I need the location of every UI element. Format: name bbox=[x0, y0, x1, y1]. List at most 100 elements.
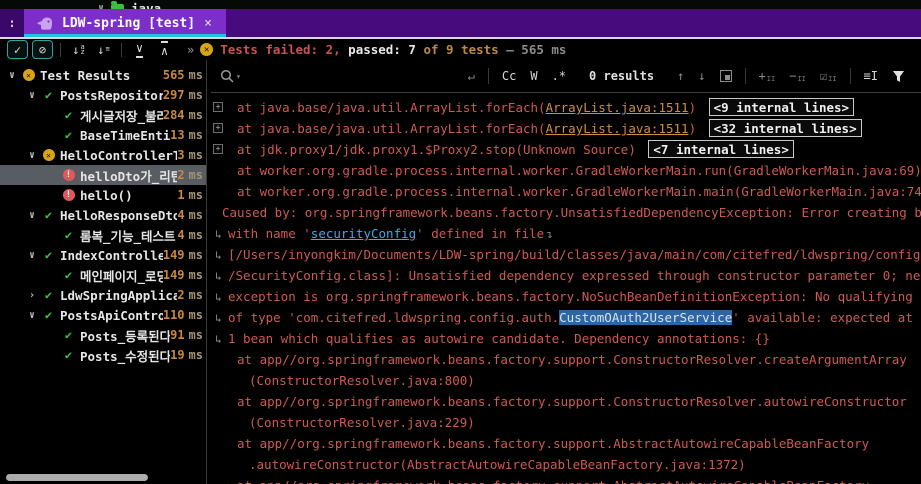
soft-wrap-icon: ↳ bbox=[215, 291, 222, 304]
trace-text: /SecurityConfig.class]: Unsatisfied depe… bbox=[228, 268, 921, 283]
test-duration: 91 ms bbox=[170, 328, 203, 342]
test-duration: 2 ms bbox=[177, 288, 203, 302]
match-case-button[interactable]: Cc bbox=[502, 69, 516, 83]
test-tree-row[interactable]: ✔ Posts_등록된다(91 ms bbox=[0, 325, 206, 345]
select-all-occurrences-button[interactable]: ☑ II bbox=[820, 69, 837, 83]
console-output: + at java.base/java.util.ArrayList.forEac… bbox=[211, 93, 921, 484]
console-line: + at jdk.proxy1/jdk.proxy1.$Proxy2.stop(U… bbox=[211, 139, 921, 160]
test-tree-row[interactable]: ! hello() 1 ms bbox=[0, 185, 206, 205]
more-actions-button[interactable]: » bbox=[187, 43, 194, 57]
console-line: (ConstructorResolver.java:229) bbox=[211, 412, 921, 433]
chevron-down-icon[interactable]: ∨ bbox=[24, 210, 40, 221]
sort-by-duration-icon[interactable]: ↓ ≡ bbox=[93, 40, 114, 59]
search-divider bbox=[744, 68, 746, 84]
test-tree-row[interactable]: › ✔ LdwSpringApplicatio2ms bbox=[0, 285, 206, 305]
pass-status-icon: ✔ bbox=[44, 248, 53, 262]
regex-button[interactable]: .* bbox=[552, 69, 566, 83]
filter-icon[interactable] bbox=[892, 70, 905, 83]
test-name: LdwSpringApplicatio bbox=[60, 287, 177, 303]
search-input[interactable] bbox=[247, 66, 461, 86]
test-name: Posts_수정된다( bbox=[80, 348, 171, 364]
close-icon[interactable]: × bbox=[203, 17, 213, 30]
test-duration: 4 ms bbox=[177, 228, 203, 242]
test-name: helloDto가_리턴( bbox=[80, 168, 177, 184]
console-line: at app//org.springframework.beans.factor… bbox=[211, 349, 921, 370]
newline-icon[interactable]: ↵ bbox=[468, 69, 475, 83]
trace-text: at app//org.springframework.beans.factor… bbox=[237, 394, 907, 409]
test-tree-row[interactable]: ✔ 게시글저장_불러 284 ms bbox=[0, 105, 206, 125]
find-in-selection-icon[interactable] bbox=[719, 70, 732, 82]
chevron-down-icon[interactable]: ∨ bbox=[24, 310, 40, 321]
file-link[interactable]: ArrayList.java:1511 bbox=[546, 100, 689, 115]
test-tree-row[interactable]: ✔ Posts_수정된다(19 ms bbox=[0, 345, 206, 365]
status-text: Tests failed: 2, passed: 7 of 9 tests – … bbox=[220, 42, 566, 57]
console-line: ↳ exception is org.springframework.beans.… bbox=[211, 286, 921, 307]
test-tree-row[interactable]: ∨✕HelloControllerTest3ms bbox=[0, 145, 206, 165]
test-tree-row[interactable]: ✔ 롬복_기능_테스트 4 ms bbox=[0, 225, 206, 245]
test-tree-row[interactable]: ∨ ✔ PostsRepositoryTe297ms bbox=[0, 85, 206, 105]
test-name: BaseTimeEntity_ bbox=[80, 127, 171, 143]
chevron-right-icon[interactable]: › bbox=[24, 290, 40, 301]
trace-text: Caused by: org.springframework.beans.fac… bbox=[222, 205, 921, 220]
trace-text: of type 'com.citefred.ldwspring.config.a… bbox=[228, 310, 560, 325]
bean-link[interactable]: securityConfig bbox=[311, 226, 416, 241]
test-name: IndexControllerTe bbox=[60, 247, 163, 263]
glyph: ↓ bbox=[97, 42, 105, 57]
chevron-down-icon[interactable]: ∨ bbox=[24, 90, 40, 101]
fold-expand-icon[interactable]: + bbox=[213, 123, 223, 133]
remove-occurrence-button[interactable]: − II bbox=[789, 69, 806, 83]
trace-text: at worker.org.gradle.process.internal.wo… bbox=[237, 163, 921, 178]
chevron-down-icon[interactable]: ∨ bbox=[24, 150, 40, 161]
search-divider bbox=[487, 68, 489, 84]
expand-all-icon[interactable]: ∨ bbox=[129, 40, 150, 59]
trace-text: at worker.org.gradle.process.internal.wo… bbox=[237, 184, 921, 199]
main-area: ∨✕Test Results565ms∨✔PostsRepositoryTe29… bbox=[0, 60, 921, 484]
toolbar-divider bbox=[60, 42, 61, 57]
test-duration: 2 ms bbox=[177, 168, 203, 182]
test-tree-row[interactable]: ✔ BaseTimeEntity_13ms bbox=[0, 125, 206, 145]
collapse-all-icon[interactable]: ∧ bbox=[154, 40, 175, 59]
chevron-down-icon[interactable]: ∨ bbox=[24, 250, 40, 261]
test-tree-row[interactable]: ∨ ✕ Test Results 565 ms bbox=[0, 65, 206, 85]
glyph: ✓ bbox=[13, 42, 22, 57]
multiline-toggle-button[interactable]: ≡I bbox=[864, 69, 878, 83]
ide-window: ∨ java : LDW-spring [test] × ✓ ⊘ ↓ a z ↓ ≡ ∨ ∧ »… bbox=[0, 0, 921, 484]
fail-status-icon: ✕ bbox=[20, 69, 37, 81]
search-divider bbox=[849, 68, 851, 84]
show-passed-icon[interactable]: ✓ bbox=[7, 40, 28, 59]
tool-window-handle[interactable]: : bbox=[0, 9, 24, 37]
test-tree-row[interactable]: ∨ ✔ IndexControllerTe149ms bbox=[0, 245, 206, 265]
glyph: ∨ bbox=[135, 41, 144, 58]
next-occurrence-button[interactable]: ↓ bbox=[698, 69, 705, 83]
tab-ldw-spring-test[interactable]: LDW-spring [test] × bbox=[24, 9, 226, 37]
soft-wrap-icon: ↳ bbox=[215, 228, 222, 241]
file-link[interactable]: ArrayList.java:1511 bbox=[546, 121, 689, 136]
add-occurrence-button[interactable]: + II bbox=[759, 69, 776, 83]
magnifier-icon[interactable]: ▾ bbox=[220, 69, 241, 83]
active-tab-underline bbox=[24, 34, 226, 37]
test-tree-row[interactable]: ✔ 메인페이지_로딩 149 ms bbox=[0, 265, 206, 285]
test-tree-row[interactable]: ∨ ✔ HelloResponseDtoTes4ms bbox=[0, 205, 206, 225]
chevron-down-icon[interactable]: ∨ bbox=[4, 70, 20, 81]
trace-text: at java.base/java.util.ArrayList.forEach… bbox=[237, 121, 546, 136]
folded-lines-badge[interactable]: <32 internal lines> bbox=[708, 119, 862, 137]
horizontal-scrollbar[interactable] bbox=[6, 474, 148, 481]
test-tree-row[interactable]: !helloDto가_리턴(2ms bbox=[0, 165, 206, 185]
show-ignored-icon[interactable]: ⊘ bbox=[32, 40, 53, 59]
console-line: at app//org.springframework.beans.factor… bbox=[211, 433, 921, 454]
folder-label: java bbox=[131, 1, 162, 9]
console-line: ↳ /SecurityConfig.class]: Unsatisfied dep… bbox=[211, 265, 921, 286]
folded-lines-badge[interactable]: <7 internal lines> bbox=[648, 140, 794, 158]
test-tree-row[interactable]: ∨ ✔ PostsApiControlle110ms bbox=[0, 305, 206, 325]
test-duration: 4 ms bbox=[177, 208, 203, 222]
trace-text: [/Users/inyongkim/Documents/LDW-spring/b… bbox=[228, 247, 921, 262]
gradle-elephant-icon bbox=[37, 17, 52, 30]
fold-expand-icon[interactable]: + bbox=[213, 144, 223, 154]
words-button[interactable]: W bbox=[530, 69, 537, 83]
folded-lines-badge[interactable]: <9 internal lines> bbox=[708, 98, 855, 116]
prev-occurrence-button[interactable]: ↑ bbox=[677, 69, 684, 83]
console-line: ↳ 1 bean which qualifies as autowire cand… bbox=[211, 328, 921, 349]
sort-alphabetically-icon[interactable]: ↓ a z bbox=[68, 40, 89, 59]
fold-expand-icon[interactable]: + bbox=[213, 102, 223, 112]
test-duration: 1 ms bbox=[177, 188, 203, 202]
